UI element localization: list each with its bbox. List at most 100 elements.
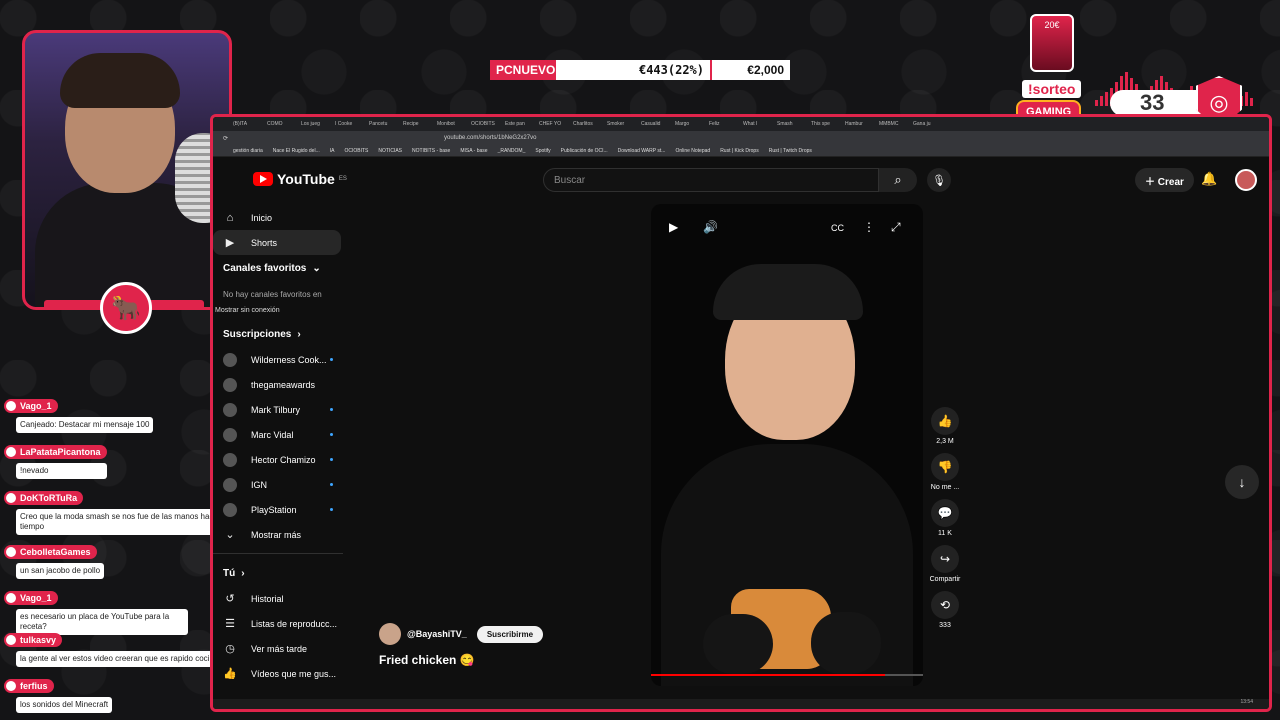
browser-tab[interactable]: This spe <box>811 121 843 127</box>
search-icon[interactable]: ⌕ <box>879 168 917 192</box>
browser-tab[interactable]: Gana ju <box>913 121 945 127</box>
subscription-item[interactable]: Marc Vidal <box>213 422 333 447</box>
like-icon[interactable]: 👍 <box>931 407 959 435</box>
browser-tab[interactable]: CHEF YO <box>539 121 571 127</box>
subscription-item[interactable]: Mark Tilbury <box>213 397 333 422</box>
browser-tab[interactable]: (B)ITA <box>233 121 265 127</box>
you-heading[interactable]: Tú › <box>213 560 353 586</box>
back-icon[interactable]: ⟳ <box>223 135 228 142</box>
bookmark-item[interactable]: _RANDOM_ <box>498 148 526 154</box>
subscription-item[interactable]: IGN <box>213 472 333 497</box>
chat-username[interactable]: CebolletaGames <box>4 545 97 559</box>
bookmark-item[interactable]: OCIOBITS <box>344 148 368 154</box>
chat-username[interactable]: LaPatataPicantona <box>4 445 107 459</box>
clock-icon: ◷ <box>225 643 235 655</box>
browser-tab[interactable]: Casualid <box>641 121 673 127</box>
browser-tab[interactable]: CÓMO <box>267 121 299 127</box>
more-options-icon[interactable]: ⋮ <box>863 220 875 234</box>
chat-username[interactable]: Vago_1 <box>4 591 58 605</box>
bookmark-item[interactable]: gestión diaria <box>233 148 263 154</box>
browser-tab[interactable]: Pancetu <box>369 121 401 127</box>
avatar[interactable] <box>1235 169 1257 191</box>
sidebar-item-shorts[interactable]: ▶ Shorts <box>213 230 341 255</box>
browser-tab[interactable]: I Cooke <box>335 121 367 127</box>
bookmark-item[interactable]: Nace El Rugido del... <box>273 148 320 154</box>
browser-tab[interactable]: Smoker <box>607 121 639 127</box>
chat-username-text: LaPatataPicantona <box>20 447 101 457</box>
bookmark-item[interactable]: Download WARP st... <box>618 148 666 154</box>
browser-tab[interactable]: Este pan <box>505 121 537 127</box>
bookmark-item[interactable]: IA <box>330 148 335 154</box>
browser-tab[interactable]: OCIOBITS <box>471 121 503 127</box>
sorteo-badge: !sorteo <box>1022 80 1082 98</box>
video-progress-bar[interactable] <box>651 674 923 676</box>
bookmark-item[interactable]: Rust | Twitch Drops <box>769 148 812 154</box>
sidebar-item-you[interactable]: 👍 Vídeos que me gus... <box>213 661 353 686</box>
bookmark-item[interactable]: Online Notepad <box>675 148 710 154</box>
short-video-player[interactable]: ▶ 🔊 CC ⋮ ⤢ <box>651 204 923 686</box>
sidebar-divider <box>213 553 343 554</box>
browser-tab[interactable]: Feliz <box>709 121 741 127</box>
taskbar-time: 13:54 <box>1240 699 1253 705</box>
browser-tab[interactable]: Hambur <box>845 121 877 127</box>
bookmark-item[interactable]: NOTIBITS - base <box>412 148 450 154</box>
chat-username[interactable]: DoKToRTuRa <box>4 491 84 505</box>
subscription-item[interactable]: Hector Chamizo <box>213 447 333 472</box>
comment-icon[interactable]: 💬 <box>931 499 959 527</box>
browser-tab[interactable]: Los jueg <box>301 121 333 127</box>
url-text[interactable]: youtube.com/shorts/1bNeG2x27vo <box>444 135 536 141</box>
browser-tab[interactable]: Recipe <box>403 121 435 127</box>
chat-username[interactable]: ferfius <box>4 679 54 693</box>
captions-icon[interactable]: CC <box>831 223 844 233</box>
youtube-logo[interactable]: YouTube ES <box>253 171 347 187</box>
bookmark-item[interactable]: Spotify <box>535 148 550 154</box>
bookmark-item[interactable]: NOTICIAS <box>378 148 402 154</box>
subscription-item[interactable]: Wilderness Cook... <box>213 347 333 372</box>
channel-name[interactable]: @BayashiTV_ <box>407 629 467 639</box>
remix-icon[interactable]: ⟲ <box>931 591 959 619</box>
mic-icon[interactable]: 🎙 <box>927 168 951 192</box>
chat-text: la gente al ver estos video creeran que … <box>16 651 226 667</box>
sidebar-item-you[interactable]: ◷ Ver más tarde <box>213 636 353 661</box>
share-icon[interactable]: ↪ <box>931 545 959 573</box>
create-button[interactable]: ＋ Crear <box>1135 168 1194 192</box>
show-more-button[interactable]: ⌄ Mostrar más <box>213 522 353 547</box>
play-icon[interactable]: ▶ <box>669 220 678 234</box>
chat-username[interactable]: tulkasvy <box>4 633 63 647</box>
sidebar-item-you[interactable]: ↺ Historial <box>213 586 353 611</box>
sidebar-item-you[interactable]: ☰ Listas de reproducc... <box>213 611 353 636</box>
subscription-item[interactable]: PlayStation <box>213 497 333 522</box>
browser-tab[interactable]: Smash <box>777 121 809 127</box>
subscriptions-heading[interactable]: Suscripciones › <box>213 321 353 347</box>
volume-icon[interactable]: 🔊 <box>703 220 718 234</box>
favorites-heading[interactable]: Canales favoritos ⌄ <box>213 255 353 281</box>
next-short-button[interactable]: ↓ <box>1225 465 1259 499</box>
subscription-name: Mark Tilbury <box>251 404 301 415</box>
sidebar-item-inicio[interactable]: ⌂ Inicio <box>213 205 353 230</box>
browser-tab[interactable]: Margo <box>675 121 707 127</box>
ticker-amount: €443(22%) <box>556 60 710 80</box>
audio-bar <box>1250 98 1253 106</box>
bookmark-item[interactable]: Rust | Kick Drops <box>720 148 759 154</box>
sidebar-item-label: Ver más tarde <box>251 643 308 654</box>
browser-tab[interactable]: Monibot <box>437 121 469 127</box>
chat-username[interactable]: Vago_1 <box>4 399 58 413</box>
browser-tab[interactable]: MMBMC <box>879 121 911 127</box>
search-input[interactable]: Buscar <box>543 168 879 192</box>
address-bar[interactable]: ⟳ youtube.com/shorts/1bNeG2x27vo <box>213 131 1269 145</box>
subscription-avatar <box>223 452 237 467</box>
browser-tab[interactable]: What I <box>743 121 775 127</box>
offline-label[interactable]: Mostrar sin conexión <box>213 307 353 321</box>
ticker-label: PCNUEVO <box>490 60 556 80</box>
subscription-avatar <box>223 402 237 417</box>
bookmark-item[interactable]: MISA - base <box>460 148 487 154</box>
dislike-icon[interactable]: 👎 <box>931 453 959 481</box>
channel-avatar[interactable] <box>379 623 401 645</box>
fullscreen-icon[interactable]: ⤢ <box>891 220 901 235</box>
browser-tab[interactable]: Charlitos <box>573 121 605 127</box>
subscribe-button[interactable]: Suscribirme <box>476 625 544 643</box>
bookmark-item[interactable]: Publicación de OCI... <box>561 148 608 154</box>
bell-icon[interactable]: 🔔 <box>1201 171 1217 187</box>
donation-ticker: PCNUEVO €443(22%) €2,000 <box>490 60 790 80</box>
subscription-item[interactable]: thegameawards <box>213 372 333 397</box>
